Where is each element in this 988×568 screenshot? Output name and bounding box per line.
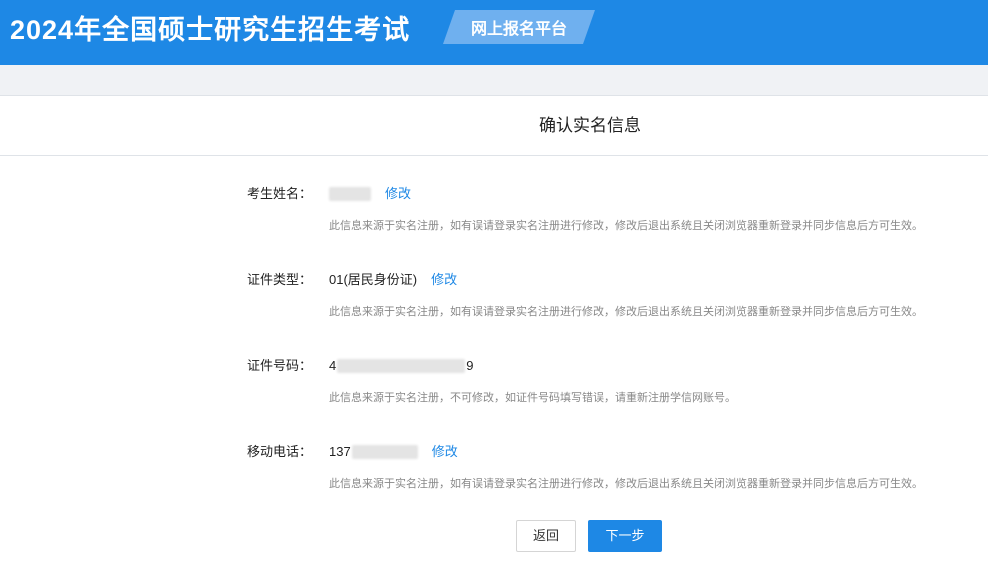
back-button[interactable]: 返回 xyxy=(516,520,576,552)
id-number-prefix: 4 xyxy=(329,358,337,373)
sub-bar xyxy=(0,65,988,96)
id-type-value-wrap: 01(居民身份证) 修改 xyxy=(329,270,457,290)
field-row-name: 考生姓名： 修改 此信息来源于实名注册，如有误请登录实名注册进行修改，修改后退出… xyxy=(0,184,988,254)
edit-name-link[interactable]: 修改 xyxy=(385,184,411,204)
name-hint: 此信息来源于实名注册，如有误请登录实名注册进行修改，修改后退出系统且关闭浏览器重… xyxy=(329,220,923,232)
page-title: 确认实名信息 xyxy=(539,116,641,135)
field-row-id-type: 证件类型： 01(居民身份证) 修改 此信息来源于实名注册，如有误请登录实名注册… xyxy=(0,270,988,340)
id-number-hint: 此信息来源于实名注册，不可修改，如证件号码填写错误，请重新注册学信网账号。 xyxy=(329,392,736,404)
phone-prefix: 137 xyxy=(329,444,351,459)
field-row-phone: 移动电话： 137 修改 此信息来源于实名注册，如有误请登录实名注册进行修改，修… xyxy=(0,442,988,512)
exam-title: 2024年全国硕士研究生招生考试 xyxy=(10,15,411,45)
phone-masked xyxy=(351,445,418,459)
name-value: 修改 xyxy=(329,184,411,204)
phone-value: 137 修改 xyxy=(329,442,458,462)
edit-id-type-link[interactable]: 修改 xyxy=(431,270,457,290)
platform-badge: 网上报名平台 xyxy=(443,10,595,44)
id-number-label: 证件号码： xyxy=(246,358,312,373)
name-masked-value xyxy=(329,187,371,201)
edit-phone-link[interactable]: 修改 xyxy=(432,442,458,462)
id-type-value: 01(居民身份证) xyxy=(329,272,418,287)
phone-label: 移动电话： xyxy=(246,444,312,459)
id-type-hint: 此信息来源于实名注册，如有误请登录实名注册进行修改，修改后退出系统且关闭浏览器重… xyxy=(329,306,923,318)
id-number-suffix: 9 xyxy=(466,358,474,373)
phone-hint: 此信息来源于实名注册，如有误请登录实名注册进行修改，修改后退出系统且关闭浏览器重… xyxy=(329,478,923,490)
top-header: 2024年全国硕士研究生招生考试 网上报名平台 xyxy=(0,0,988,65)
name-label: 考生姓名： xyxy=(246,186,312,201)
id-type-label: 证件类型： xyxy=(246,272,312,287)
id-number-masked xyxy=(337,359,466,373)
page-title-bar: 确认实名信息 xyxy=(0,96,988,156)
next-step-button[interactable]: 下一步 xyxy=(588,520,662,552)
field-row-id-number: 证件号码： 4 9 此信息来源于实名注册，不可修改，如证件号码填写错误，请重新注… xyxy=(0,356,988,426)
id-number-value: 4 9 xyxy=(329,356,473,376)
